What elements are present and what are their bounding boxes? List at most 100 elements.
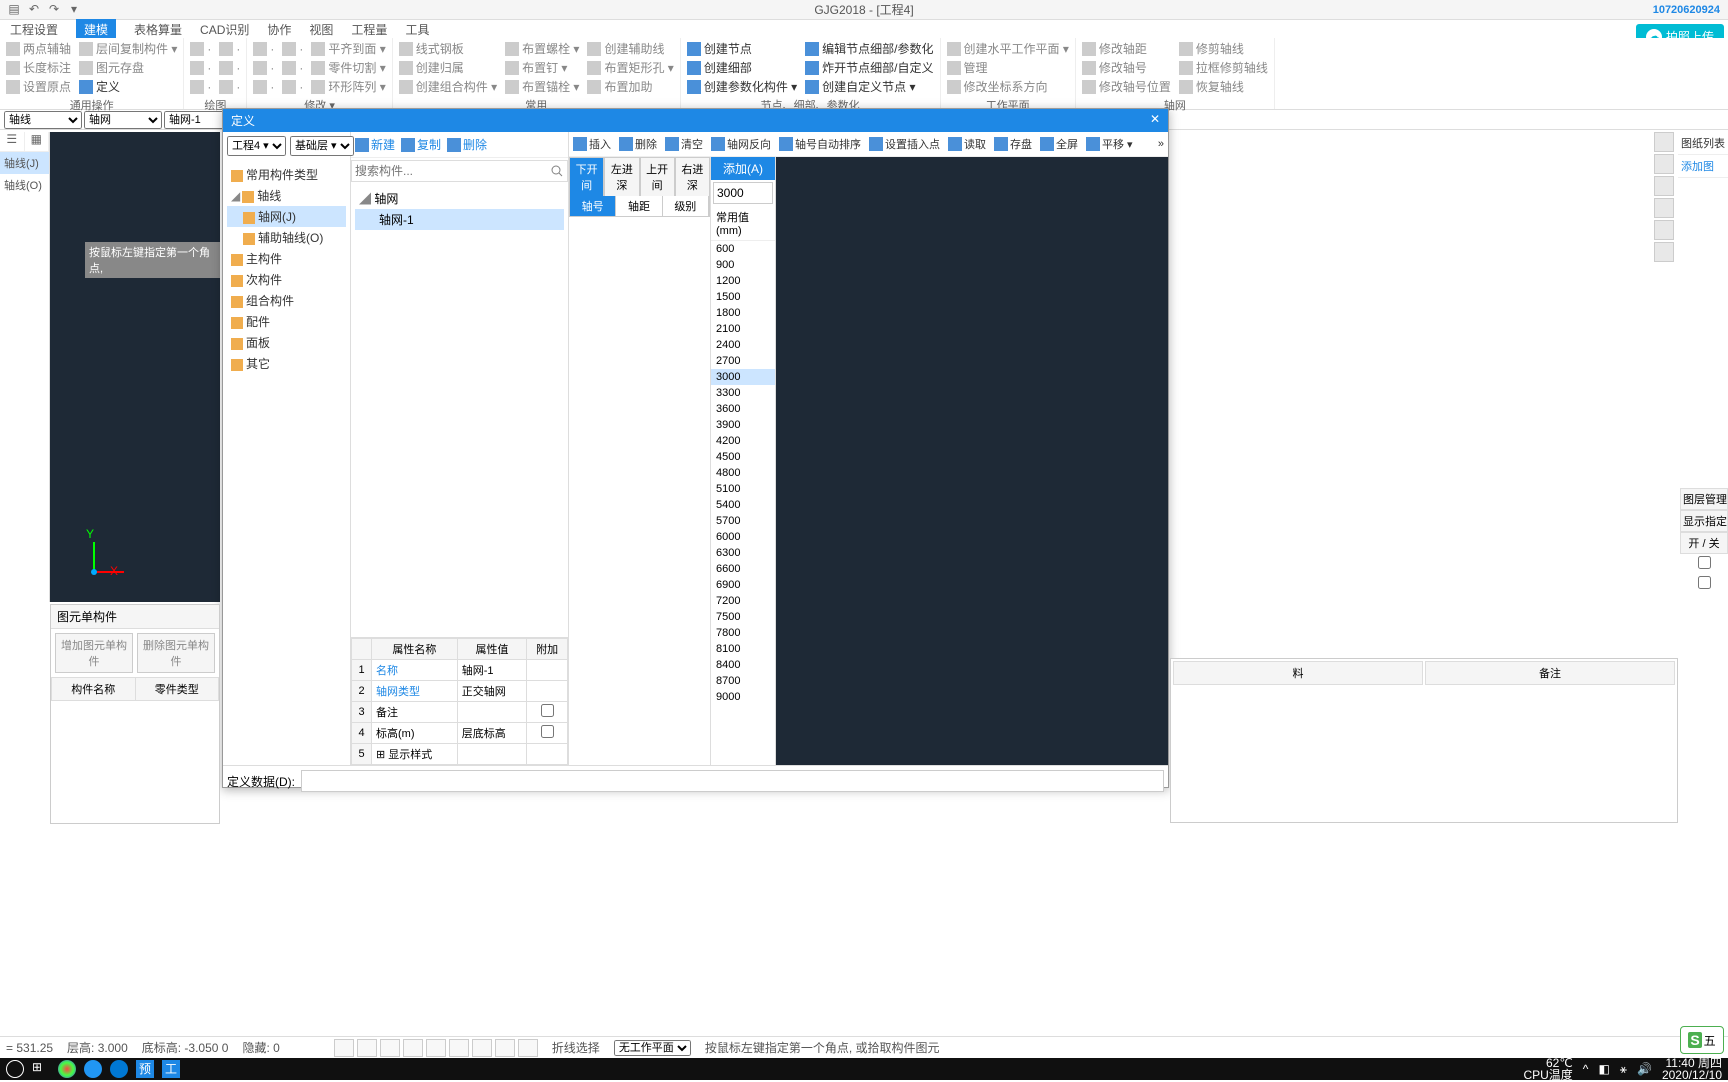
app-icon-4[interactable]: 工 [162,1060,180,1078]
value-item[interactable]: 3900 [711,417,775,433]
ribbon-btn[interactable]: 创建水平工作平面 ▾ [947,40,1069,57]
new-button[interactable]: 新建 [355,136,395,153]
value-item[interactable]: 900 [711,257,775,273]
dialog-titlebar[interactable]: 定义 ✕ [223,109,1168,132]
ribbon-btn[interactable]: · [253,40,274,57]
tree-node[interactable]: 组合构件 [227,290,346,311]
value-input[interactable] [713,182,773,204]
ribbon-btn[interactable]: 布置螺栓 ▾ [505,40,579,57]
grid-icon[interactable] [1654,242,1674,262]
tree-node[interactable]: 辅助轴线(O) [227,227,346,248]
ribbon-btn[interactable]: · [282,59,303,76]
ribbon-btn[interactable]: 平齐到面 ▾ [311,40,385,57]
left-item-axis-j[interactable]: 轴线(J) [0,152,49,174]
app-icon-1[interactable] [58,1060,76,1078]
value-item[interactable]: 6900 [711,577,775,593]
ribbon-btn[interactable]: 图元存盘 [79,59,177,76]
tool-icon-9[interactable] [518,1039,538,1057]
menu-quantity[interactable]: 工程量 [351,21,387,38]
ribbon-btn[interactable]: 创建参数化构件 ▾ [687,78,797,95]
ribbon-btn[interactable]: 创建自定义节点 ▾ [805,78,933,95]
tool-icon-5[interactable] [426,1039,446,1057]
value-item[interactable]: 5700 [711,513,775,529]
tool-icon-2[interactable] [357,1039,377,1057]
tree-node[interactable]: 轴网(J) [227,206,346,227]
spacing-tab[interactable]: 上开间 [640,157,675,196]
menu-table-calc[interactable]: 表格算量 [134,21,182,38]
value-item[interactable]: 3300 [711,385,775,401]
ribbon-btn[interactable]: 环形阵列 ▾ [311,78,385,95]
value-item[interactable]: 2400 [711,337,775,353]
toolbar-btn[interactable]: 轴网反向 [711,136,771,152]
tree-node[interactable]: 面板 [227,332,346,353]
value-item[interactable]: 4500 [711,449,775,465]
delete-button[interactable]: 删除 [447,136,487,153]
edge-icon[interactable] [110,1060,128,1078]
ribbon-btn[interactable]: 编辑节点细部/参数化 [805,40,933,57]
ribbon-btn[interactable]: 创建细部 [687,59,797,76]
ribbon-btn[interactable]: · [190,40,211,57]
ribbon-btn[interactable]: 恢复轴线 [1179,78,1268,95]
floor-select[interactable]: 基础层 ▾ [290,136,354,156]
prop-checkbox[interactable] [541,704,554,717]
define-data-input[interactable] [301,770,1164,792]
remove-element-button[interactable]: 删除图元单构件 [137,633,215,673]
add-drawing-button[interactable]: 添加图 [1678,155,1728,178]
ribbon-btn[interactable]: 长度标注 [6,59,71,76]
toolbar-btn[interactable]: 删除 [619,136,657,152]
viewport-3d[interactable]: 按鼠标左键指定第一个角点, YX [50,132,220,602]
list-view-icon[interactable]: ☰ [0,132,25,151]
view-2d-icon[interactable] [1654,154,1674,174]
toolbar-btn[interactable]: 设置插入点 [869,136,940,152]
tree-node[interactable]: 其它 [227,353,346,374]
ribbon-btn[interactable]: · [253,59,274,76]
ctx-type-select[interactable]: 轴网 [84,111,162,129]
search-input[interactable] [351,160,568,182]
app-icon-3[interactable]: 预 [136,1060,154,1078]
value-item[interactable]: 1800 [711,305,775,321]
toolbar-btn[interactable]: 轴号自动排序 [779,136,861,152]
menu-view[interactable]: 视图 [309,21,333,38]
qat-save-icon[interactable]: ▤ [6,2,22,18]
drawing-list-header[interactable]: 图纸列表 [1678,132,1728,155]
menu-project-settings[interactable]: 工程设置 [10,21,58,38]
project-select[interactable]: 工程4 ▾ [227,136,286,156]
app-icon-2[interactable] [84,1060,102,1078]
ribbon-btn[interactable]: 层间复制构件 ▾ [79,40,177,57]
tray-icon-1[interactable]: ◧ [1598,1062,1609,1076]
ribbon-btn[interactable]: 两点辅轴 [6,40,71,57]
more-icon[interactable]: » [1158,136,1164,152]
menu-modeling[interactable]: 建模 [76,19,116,40]
value-item[interactable]: 5400 [711,497,775,513]
grid-preview-canvas[interactable] [776,157,1168,765]
value-item[interactable]: 6600 [711,561,775,577]
toolbar-btn[interactable]: 插入 [573,136,611,152]
ribbon-btn[interactable]: · [190,59,211,76]
workplane-select[interactable]: 无工作平面 [614,1040,691,1056]
ribbon-btn[interactable]: 炸开节点细部/自定义 [805,59,933,76]
ribbon-btn[interactable]: 定义 [79,78,177,95]
select-mode[interactable]: 折线选择 [552,1039,600,1056]
qat-undo-icon[interactable]: ↶ [26,2,42,18]
menu-collab[interactable]: 协作 [267,21,291,38]
value-item[interactable]: 3000 [711,369,775,385]
toolbar-btn[interactable]: 平移 ▾ [1086,136,1133,152]
ribbon-btn[interactable]: 设置原点 [6,78,71,95]
spacing-tab[interactable]: 下开间 [569,157,604,196]
prop-checkbox[interactable] [541,725,554,738]
ctx-category-select[interactable]: 轴线 [4,111,82,129]
value-item[interactable]: 1200 [711,273,775,289]
tray-volume-icon[interactable]: 🔊 [1637,1062,1652,1076]
view-iso-icon[interactable] [1654,198,1674,218]
start-icon[interactable] [6,1060,24,1078]
qat-more-icon[interactable]: ▾ [66,2,82,18]
grid-view-icon[interactable]: ▦ [25,132,50,151]
toolbar-btn[interactable]: 存盘 [994,136,1032,152]
value-item[interactable]: 6300 [711,545,775,561]
ribbon-btn[interactable]: · [282,78,303,95]
value-item[interactable]: 8700 [711,673,775,689]
value-item[interactable]: 1500 [711,289,775,305]
qat-redo-icon[interactable]: ↷ [46,2,62,18]
ribbon-btn[interactable]: · [219,78,240,95]
ribbon-btn[interactable]: 创建组合构件 ▾ [399,78,497,95]
